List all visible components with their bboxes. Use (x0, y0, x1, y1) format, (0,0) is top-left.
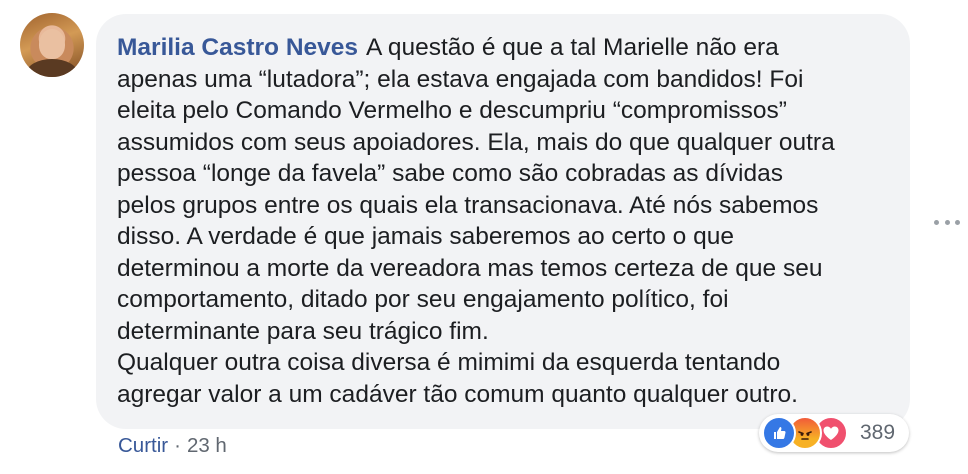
avatar-shoulders (26, 59, 78, 77)
reactions-summary[interactable]: 389 (759, 414, 909, 452)
comment-line: Qualquer outra coisa diversa é mimimi da… (117, 349, 781, 376)
more-horizontal-icon[interactable] (934, 212, 960, 232)
comment-line: eleita pelo Comando Vermelho e descumpri… (117, 97, 787, 124)
comment-line: determinou a morte da vereadora mas temo… (117, 254, 823, 282)
thumbs-up-icon (774, 427, 786, 439)
comment-line: Marilia Castro Neves A questão é que a ta… (117, 32, 888, 64)
comment-line: determinante para seu trágico fim. (117, 317, 489, 345)
comment-line-text: A questão é que a tal Marielle não era (366, 34, 779, 61)
comment-line: assumidos com seus apoiadores. Ela, mais… (117, 128, 835, 156)
more-dot (955, 219, 960, 225)
separator-dot: · (174, 434, 181, 457)
author-name[interactable]: Marilia Castro Neves (117, 34, 358, 61)
comment-line: disso. A verdade é que jamais saberemos … (117, 223, 734, 250)
comment-line: comportamento, ditado por seu engajament… (117, 286, 729, 313)
like-button[interactable]: Curtir (118, 434, 168, 458)
comment-line: pelos grupos entre os quais ela transaci… (117, 191, 819, 219)
avatar[interactable] (20, 13, 84, 77)
heart-icon (823, 426, 839, 440)
reaction-count: 389 (860, 421, 896, 444)
comment-text: Marilia Castro Neves A questão é que a ta… (117, 32, 888, 410)
comment-line: apenas uma “lutadora”; ela estava engaja… (117, 65, 804, 93)
more-dot (934, 219, 939, 225)
comment-line: agregar valor a um cadáver tão comum qua… (117, 380, 798, 408)
comment-actions: Curtir · 23 h (118, 434, 227, 458)
timestamp[interactable]: 23 h (187, 434, 227, 458)
comment-bubble: Marilia Castro Neves A questão é que a ta… (96, 14, 910, 429)
like-reaction-icon (762, 416, 796, 450)
comment-line: pessoa “longe da favela” sabe como são c… (117, 160, 783, 187)
avatar-face (39, 29, 65, 59)
more-dot (944, 219, 950, 225)
